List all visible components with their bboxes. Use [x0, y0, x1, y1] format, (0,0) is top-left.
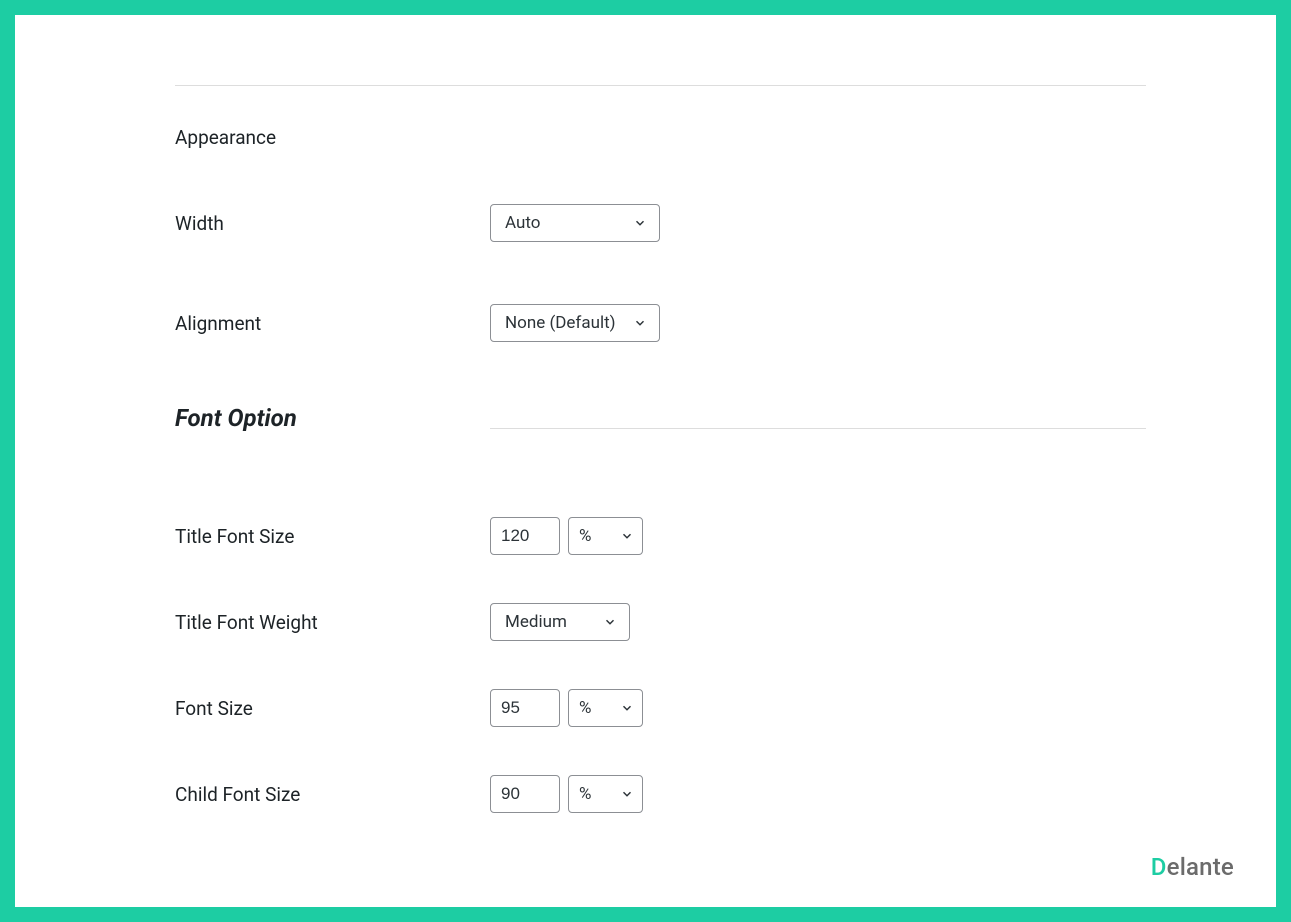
unit-title-font-size: % [579, 526, 591, 546]
group-font-size: % [490, 689, 643, 727]
input-child-font-size[interactable] [490, 775, 560, 813]
unit-font-size: % [579, 698, 591, 718]
group-child-font-size: % [490, 775, 643, 813]
appearance-heading: Appearance [175, 126, 1146, 149]
label-width: Width [175, 212, 490, 235]
input-title-font-size[interactable] [490, 517, 560, 555]
divider-font-option [490, 428, 1146, 429]
row-alignment: Alignment None (Default) [175, 304, 1146, 342]
chevron-down-icon [603, 615, 617, 629]
row-title-font-weight: Title Font Weight Medium [175, 603, 1146, 641]
select-title-font-weight-value: Medium [505, 612, 567, 632]
chevron-down-icon [620, 529, 634, 543]
label-title-font-weight: Title Font Weight [175, 611, 490, 634]
select-width[interactable]: Auto [490, 204, 660, 242]
unit-child-font-size: % [579, 784, 591, 804]
brand-first-letter: D [1151, 853, 1167, 881]
label-title-font-size: Title Font Size [175, 525, 490, 548]
row-font-size: Font Size % [175, 689, 1146, 727]
row-child-font-size: Child Font Size % [175, 775, 1146, 813]
select-alignment-value: None (Default) [505, 313, 616, 333]
font-option-header: Font Option [175, 404, 1146, 432]
select-width-value: Auto [505, 213, 540, 233]
row-title-font-size: Title Font Size % [175, 517, 1146, 555]
row-width: Width Auto [175, 204, 1146, 242]
chevron-down-icon [633, 316, 647, 330]
font-option-title: Font Option [175, 404, 490, 432]
brand-logo: Delante [1151, 853, 1234, 881]
select-title-font-weight[interactable]: Medium [490, 603, 630, 641]
input-font-size[interactable] [490, 689, 560, 727]
brand-rest: elante [1167, 853, 1234, 881]
select-title-font-size-unit[interactable]: % [568, 517, 643, 555]
frame: Appearance Width Auto Alignment None (De… [0, 0, 1291, 922]
select-font-size-unit[interactable]: % [568, 689, 643, 727]
chevron-down-icon [620, 701, 634, 715]
select-alignment[interactable]: None (Default) [490, 304, 660, 342]
label-child-font-size: Child Font Size [175, 783, 490, 806]
label-alignment: Alignment [175, 312, 490, 335]
chevron-down-icon [620, 787, 634, 801]
select-child-font-size-unit[interactable]: % [568, 775, 643, 813]
settings-panel: Appearance Width Auto Alignment None (De… [15, 15, 1276, 907]
chevron-down-icon [633, 216, 647, 230]
group-title-font-size: % [490, 517, 643, 555]
label-font-size: Font Size [175, 697, 490, 720]
divider-top [175, 85, 1146, 86]
